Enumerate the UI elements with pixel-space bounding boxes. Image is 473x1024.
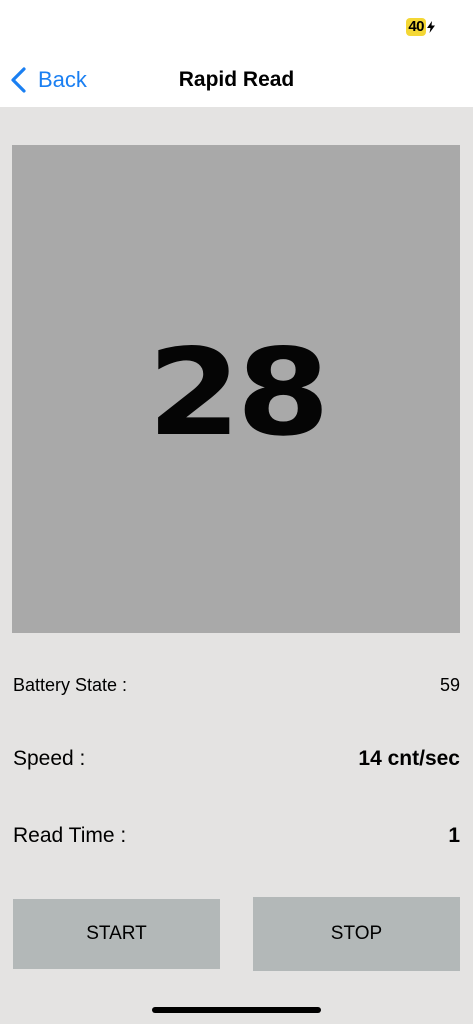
speed-row: Speed : 14 cnt/sec xyxy=(13,744,460,774)
back-label: Back xyxy=(38,67,87,92)
back-button[interactable]: Back xyxy=(10,64,87,96)
count-display: 28 xyxy=(12,145,460,633)
read-time-row: Read Time : 1 xyxy=(13,821,460,851)
battery-indicator: 40 xyxy=(406,18,435,36)
bolt-icon xyxy=(427,21,435,33)
speed-value: 14 cnt/sec xyxy=(358,747,460,770)
start-button[interactable]: START xyxy=(13,899,220,969)
stop-button[interactable]: STOP xyxy=(253,897,460,971)
battery-level: 40 xyxy=(406,18,426,36)
read-time-label: Read Time : xyxy=(13,824,127,847)
battery-state-row: Battery State : 59 xyxy=(13,672,460,698)
count-value: 28 xyxy=(146,324,330,463)
speed-label: Speed : xyxy=(13,747,86,770)
chevron-left-icon xyxy=(11,67,26,93)
battery-state-value: 59 xyxy=(439,674,460,695)
home-indicator[interactable] xyxy=(152,1007,321,1013)
battery-state-label: Battery State : xyxy=(13,674,128,695)
read-time-value: 1 xyxy=(448,824,460,847)
header-area: 40 Back Rapid Read xyxy=(0,0,473,107)
